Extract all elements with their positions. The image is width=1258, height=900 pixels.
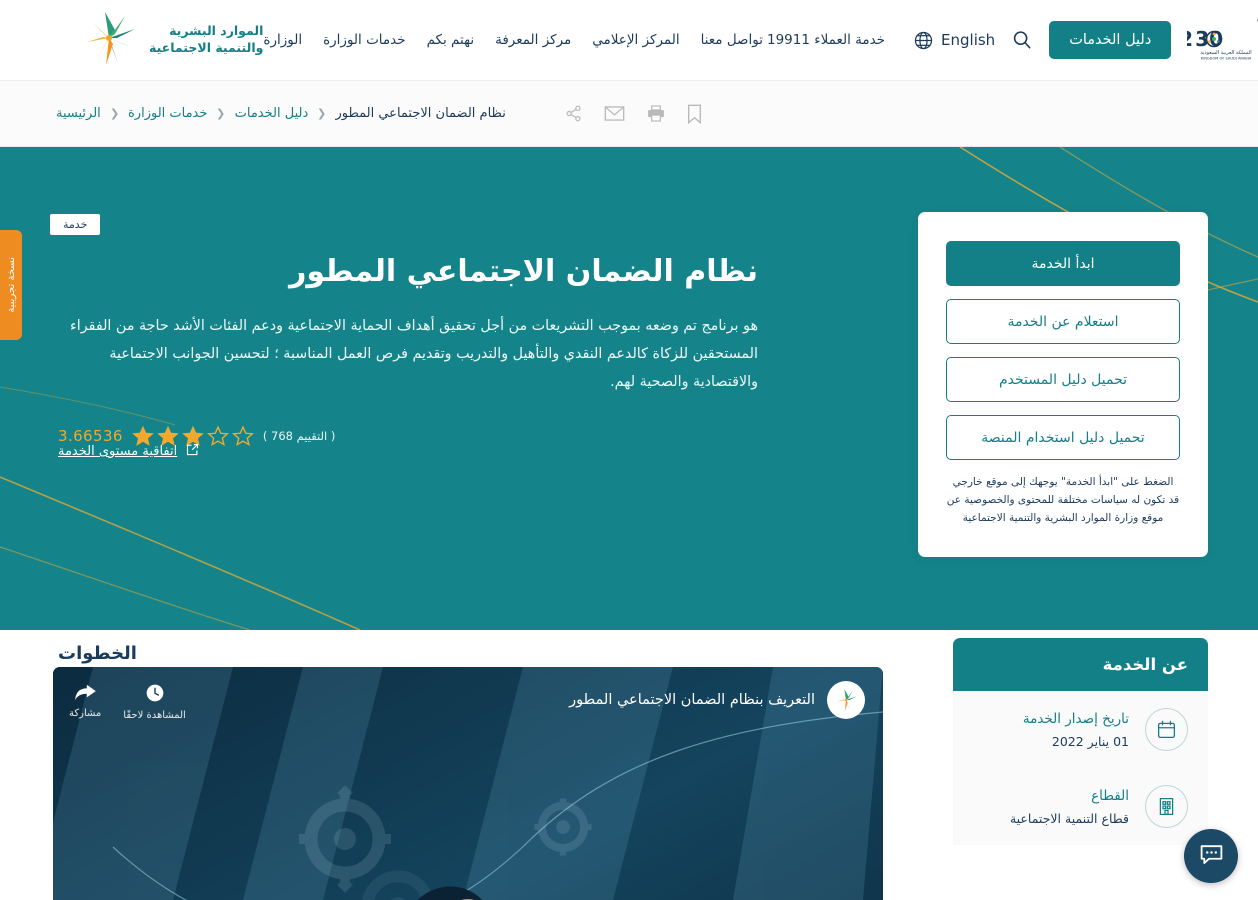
- page-title: نظام الضمان الاجتماعي المطور: [289, 254, 758, 289]
- print-icon[interactable]: [646, 104, 666, 123]
- chat-bubble-icon: [1198, 841, 1225, 872]
- globe-icon: [913, 30, 934, 51]
- building-icon: [1145, 785, 1188, 828]
- about-row-issue-date: تاريخ إصدار الخدمة 01 يناير 2022: [953, 691, 1208, 768]
- brand-line-2: والتنمية الاجتماعية: [149, 40, 264, 55]
- svg-text:30: 30: [1195, 27, 1223, 51]
- video-share-action[interactable]: مشاركة: [69, 683, 101, 721]
- chat-support-button[interactable]: [1184, 829, 1238, 883]
- about-service-card: عن الخدمة تاريخ إصدار الخدمة 01 يناير 20…: [953, 638, 1208, 845]
- video-channel-avatar: [827, 681, 865, 719]
- beta-version-label: نسخة تجريبية: [5, 257, 17, 313]
- sla-link[interactable]: اتفاقية مستوى الخدمة: [58, 442, 200, 461]
- external-site-disclaimer: الضغط على "ابدأ الخدمة" يوجهك إلى موقع خ…: [946, 476, 1180, 525]
- star-empty-icon: [206, 425, 229, 446]
- svg-text:2: 2: [1187, 27, 1193, 51]
- breadcrumb-item-home[interactable]: الرئيسية: [56, 106, 101, 121]
- hrsd-star-logo-icon: [78, 9, 140, 71]
- vision-2030-logo: VISION ـة 2 30 المملكة العربية السعودية …: [1179, 15, 1258, 65]
- email-icon[interactable]: [604, 104, 625, 123]
- sla-link-label: اتفاقية مستوى الخدمة: [58, 444, 178, 459]
- share-icon[interactable]: [564, 104, 583, 123]
- nav-item-contact-us[interactable]: تواصل معنا: [701, 32, 763, 48]
- nav-item-ministry[interactable]: الوزارة: [263, 32, 302, 48]
- nav-item-media-center[interactable]: المركز الإعلامي: [592, 32, 679, 48]
- rating-count: ( التقييم 768 ): [262, 428, 336, 443]
- hero-section: خدمة نظام الضمان الاجتماعي المطور هو برن…: [0, 147, 1258, 630]
- service-description: هو برنامج تم وضعه بموجب التشريعات من أجل…: [70, 318, 758, 390]
- sector-label: القطاع: [1091, 787, 1129, 804]
- breadcrumb-separator-icon: ❯: [109, 107, 119, 120]
- intro-video-player[interactable]: مشاركة المشاهدة لاحقًا التعريف بنظام الض…: [53, 667, 883, 900]
- breadcrumb-bar: الرئيسية ❯ خدمات الوزارة ❯ دليل الخدمات …: [0, 80, 1258, 147]
- nav-item-we-care[interactable]: نهتم بكم: [427, 32, 475, 48]
- service-type-badge: خدمة: [50, 214, 101, 235]
- share-arrow-icon: [74, 684, 96, 705]
- steps-section: الخطوات عن الخدمة تاريخ إصدار الخدمة 01 …: [0, 630, 1258, 900]
- search-icon[interactable]: [1011, 29, 1033, 51]
- services-guide-button[interactable]: دليل الخدمات: [1049, 21, 1172, 59]
- download-user-guide-button[interactable]: تحميل دليل المستخدم: [946, 357, 1180, 402]
- breadcrumb-separator-icon: ❯: [317, 107, 327, 120]
- video-title-group[interactable]: التعريف بنظام الضمان الاجتماعي المطور: [569, 681, 865, 719]
- video-title: التعريف بنظام الضمان الاجتماعي المطور: [569, 692, 815, 708]
- language-label: English: [941, 31, 996, 49]
- video-share-label: مشاركة: [69, 708, 102, 719]
- nav-item-ministry-services[interactable]: خدمات الوزارة: [323, 32, 405, 48]
- issue-date-label: تاريخ إصدار الخدمة: [1022, 710, 1129, 727]
- issue-date-value: 01 يناير 2022: [1051, 733, 1129, 749]
- download-platform-guide-button[interactable]: تحميل دليل استخدام المنصة: [946, 415, 1180, 460]
- brand-line-1: الموارد البشرية: [169, 23, 264, 39]
- nav-item-knowledge-center[interactable]: مركز المعرفة: [495, 32, 571, 48]
- breadcrumb: الرئيسية ❯ خدمات الوزارة ❯ دليل الخدمات …: [56, 106, 506, 121]
- start-service-button[interactable]: ابدأ الخدمة: [946, 241, 1180, 286]
- breadcrumb-item-services[interactable]: خدمات الوزارة: [128, 106, 207, 121]
- sector-value: قطاع التنمية الاجتماعية: [1009, 810, 1129, 826]
- steps-heading: الخطوات: [58, 643, 137, 664]
- video-watch-later-action[interactable]: المشاهدة لاحقًا: [123, 683, 186, 721]
- video-watch-later-label: المشاهدة لاحقًا: [123, 710, 186, 721]
- page-tools: [564, 104, 702, 124]
- hero-text-block: نظام الضمان الاجتماعي المطور هو برنامج ت…: [58, 252, 758, 447]
- clock-icon: [145, 684, 165, 707]
- site-header: الموارد البشرية والتنمية الاجتماعية الوز…: [0, 0, 1258, 80]
- bookmark-icon[interactable]: [687, 104, 702, 124]
- brand-text: الموارد البشرية والتنمية الاجتماعية: [149, 23, 263, 57]
- customer-service-number[interactable]: خدمة العملاء 19911: [767, 32, 885, 48]
- about-service-heading: عن الخدمة: [953, 638, 1208, 691]
- svg-text:المملكة العربية السعودية: المملكة العربية السعودية: [1201, 50, 1252, 56]
- video-actions: مشاركة المشاهدة لاحقًا: [69, 681, 186, 721]
- language-switch[interactable]: English: [913, 30, 995, 51]
- breadcrumb-separator-icon: ❯: [216, 107, 226, 120]
- breadcrumb-item-guide[interactable]: دليل الخدمات: [235, 106, 309, 121]
- breadcrumb-item-current: نظام الضمان الاجتماعي المطور: [335, 106, 506, 121]
- about-row-sector: القطاع قطاع التنمية الاجتماعية: [953, 768, 1208, 845]
- calendar-icon: [1145, 708, 1188, 751]
- brand-logo[interactable]: الموارد البشرية والتنمية الاجتماعية: [78, 9, 263, 71]
- inquire-service-button[interactable]: استعلام عن الخدمة: [946, 299, 1180, 344]
- video-top-bar: مشاركة المشاهدة لاحقًا التعريف بنظام الض…: [53, 667, 883, 739]
- external-link-icon: [185, 442, 200, 461]
- service-action-card: ابدأ الخدمة استعلام عن الخدمة تحميل دليل…: [918, 212, 1208, 558]
- beta-version-tab[interactable]: نسخة تجريبية: [0, 230, 22, 340]
- main-navigation: الوزارة خدمات الوزارة نهتم بكم مركز المع…: [263, 32, 763, 48]
- svg-text:KINGDOM OF SAUDI ARABIA: KINGDOM OF SAUDI ARABIA: [1201, 57, 1252, 61]
- star-empty-icon: [231, 425, 254, 446]
- header-tools: English دليل الخدمات VISION ـة 2 30: [913, 15, 1258, 65]
